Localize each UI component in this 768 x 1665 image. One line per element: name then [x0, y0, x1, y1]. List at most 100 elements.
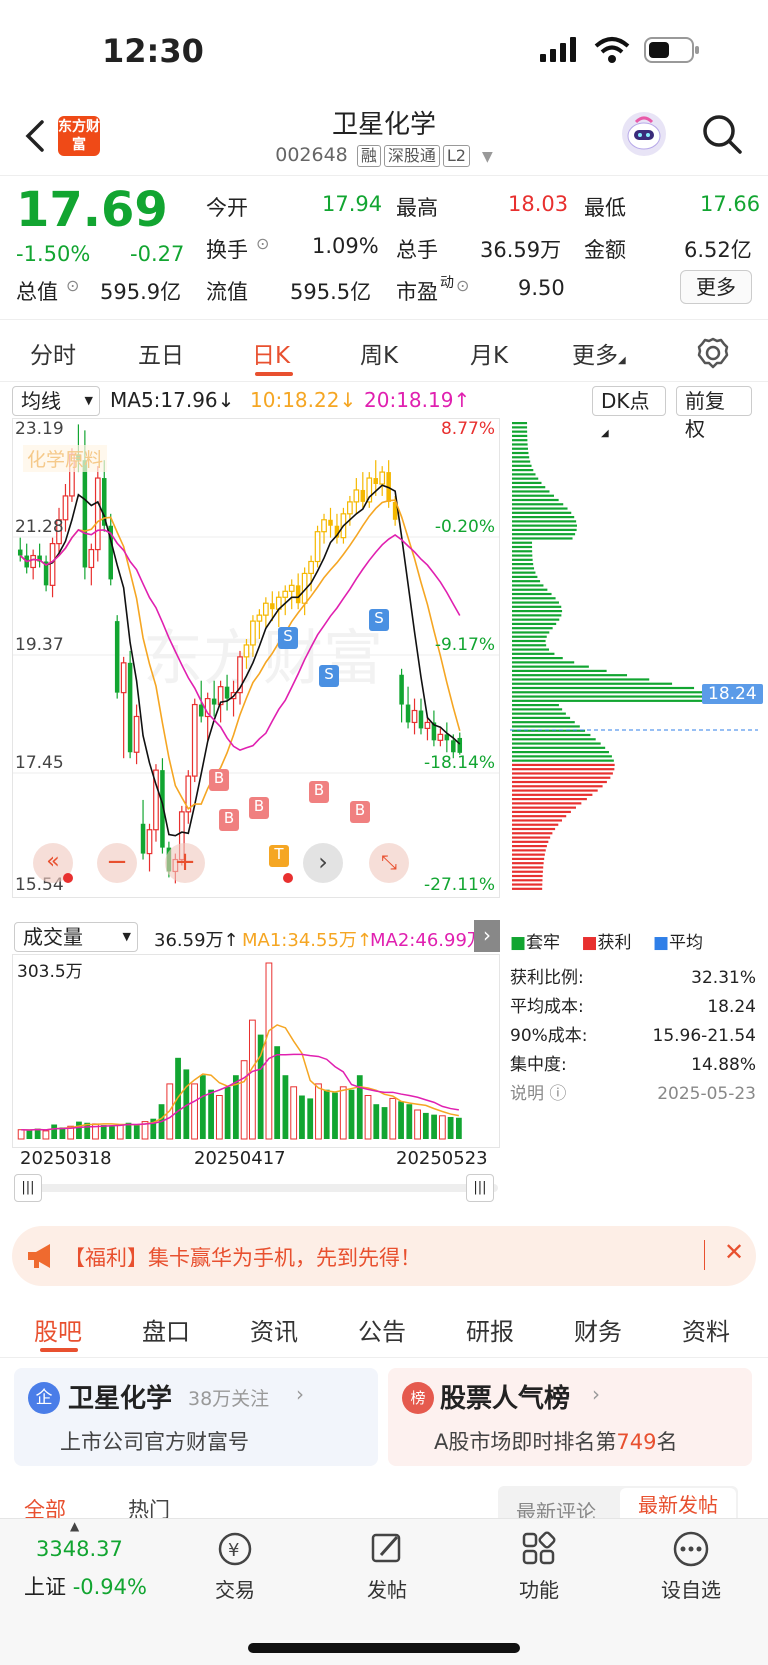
- chip-bar: [512, 528, 577, 532]
- index-row[interactable]: 上证 -0.94%: [24, 1571, 147, 1601]
- volume-bar: [299, 1095, 305, 1139]
- candle-body: [379, 471, 386, 485]
- candle-body: [353, 489, 360, 503]
- chip-distribution-svg[interactable]: [510, 418, 758, 898]
- volume-select-value: 成交量: [23, 925, 83, 949]
- tab-news[interactable]: 资讯: [250, 1312, 298, 1347]
- pct-label-2: -0.20%: [434, 517, 495, 537]
- tab-daily-k[interactable]: 日K: [252, 336, 290, 370]
- buy-signal-marker[interactable]: B: [350, 801, 370, 823]
- sell-signal-marker[interactable]: S: [369, 609, 389, 631]
- info-icon[interactable]: ⊙: [456, 276, 469, 295]
- wifi-icon: [594, 37, 630, 63]
- info-icon[interactable]: ⊙: [256, 234, 269, 253]
- indicator-select[interactable]: 均线 ▼: [12, 386, 100, 416]
- info-icon[interactable]: ⊙: [66, 276, 79, 295]
- range-slider-track[interactable]: [14, 1184, 498, 1192]
- volume-bar: [323, 1089, 330, 1139]
- volume-value: 36.59万↑: [154, 926, 239, 952]
- tab-more[interactable]: 更多◢: [572, 336, 626, 370]
- popularity-rank-card[interactable]: 榜 股票人气榜 › A股市场即时排名第749名: [388, 1368, 752, 1466]
- open-label: 今开: [206, 196, 248, 220]
- pct-label-4: -18.14%: [424, 753, 495, 773]
- tab-monthly-k[interactable]: 月K: [470, 336, 508, 370]
- candle-body: [360, 489, 366, 502]
- zoom-out-icon[interactable]: −: [97, 843, 137, 883]
- tab-orderbook[interactable]: 盘口: [142, 1312, 190, 1347]
- more-quote-button[interactable]: 更多: [680, 270, 752, 304]
- chip-bar: [512, 665, 589, 668]
- buy-signal-marker[interactable]: B: [249, 797, 269, 819]
- buy-signal-marker[interactable]: B: [219, 809, 239, 831]
- tab-profile[interactable]: 资料: [682, 1312, 730, 1347]
- index-value[interactable]: 3348.37: [36, 1537, 123, 1561]
- rank-icon: 榜: [402, 1382, 434, 1414]
- chip-bar: [512, 618, 560, 621]
- chip-bar: [512, 631, 550, 634]
- candle-body: [418, 710, 424, 729]
- volume-bar: [51, 1124, 58, 1139]
- nav-post[interactable]: 发帖: [342, 1529, 432, 1603]
- t-signal-marker[interactable]: T: [269, 845, 289, 867]
- chip-bar: [512, 857, 545, 861]
- buy-signal-marker[interactable]: B: [309, 781, 329, 803]
- tab-forum[interactable]: 股吧: [34, 1312, 82, 1347]
- tab-announcements[interactable]: 公告: [358, 1312, 406, 1347]
- dk-point-select[interactable]: DK点◢: [592, 386, 666, 439]
- volume-indicator-select[interactable]: 成交量 ▼: [14, 922, 138, 952]
- candle-body: [120, 662, 127, 694]
- chip-bar: [512, 721, 575, 724]
- fullscreen-icon[interactable]: ⤡: [369, 843, 409, 883]
- status-time: 12:30: [102, 32, 204, 70]
- chip-bar: [512, 516, 575, 519]
- chip-bar: [512, 845, 547, 848]
- stat-note-row[interactable]: 说明 ⓘ 2025-05-23: [510, 1080, 756, 1109]
- nav-trade[interactable]: ¥ 交易: [190, 1529, 280, 1603]
- promo-banner[interactable]: 【福利】集卡赢华为手机，先到先得！ ✕: [12, 1226, 756, 1286]
- buy-signal-marker[interactable]: B: [209, 769, 229, 791]
- volume-bar: [447, 1116, 454, 1139]
- close-icon[interactable]: ✕: [724, 1238, 744, 1266]
- chip-bar: [512, 563, 534, 566]
- chip-bar: [512, 439, 528, 442]
- volume-bar: [422, 1112, 429, 1139]
- volume-ma2: MA2:46.99万: [370, 930, 476, 951]
- candle-body: [127, 662, 133, 753]
- company-account-card[interactable]: 企 卫星化学 38万关注 › 上市公司官方财富号: [14, 1368, 378, 1466]
- expand-right-icon[interactable]: ›: [474, 920, 500, 952]
- chip-bar: [512, 498, 559, 502]
- chip-bar: [512, 456, 530, 459]
- tab-weekly-k[interactable]: 周K: [360, 336, 398, 370]
- chip-bar: [512, 793, 593, 796]
- sell-signal-marker[interactable]: S: [278, 627, 298, 649]
- tab-five-day[interactable]: 五日: [138, 336, 184, 370]
- chip-bar: [512, 520, 577, 523]
- indicator-select-value: 均线: [21, 389, 61, 413]
- kline-plot-frame[interactable]: 东方财富 化学原料 23.19 21.28 19.37 17.45 15.54 …: [12, 418, 500, 898]
- search-icon[interactable]: [700, 112, 744, 156]
- adjust-select[interactable]: 前复权: [676, 386, 752, 441]
- banner-text: 【福利】集卡赢华为手机，先到先得！: [64, 1246, 421, 1270]
- company-title: 卫星化学: [68, 1384, 173, 1414]
- nav-watchlist-label: 设自选: [661, 1578, 721, 1602]
- sell-signal-marker[interactable]: S: [319, 665, 339, 687]
- settings-gear-icon[interactable]: [696, 336, 730, 370]
- volume-bar: [282, 1075, 289, 1139]
- chip-bar: [512, 733, 591, 737]
- company-icon: 企: [28, 1382, 60, 1414]
- range-handle-right[interactable]: |||: [466, 1174, 494, 1202]
- nav-functions[interactable]: 功能: [494, 1529, 584, 1603]
- tab-research[interactable]: 研报: [466, 1312, 514, 1347]
- assistant-robot-icon[interactable]: [622, 112, 666, 156]
- volume-plot-frame[interactable]: 303.5万: [12, 954, 500, 1148]
- chip-bar: [512, 742, 601, 745]
- tab-intraday[interactable]: 分时: [30, 336, 76, 370]
- candle-body: [140, 823, 146, 854]
- sector-label[interactable]: 化学原料: [23, 445, 108, 472]
- nav-watchlist[interactable]: 设自选: [646, 1529, 736, 1603]
- zoom-in-icon[interactable]: +: [165, 843, 205, 883]
- range-handle-left[interactable]: |||: [14, 1174, 42, 1202]
- chip-bar: [512, 712, 566, 715]
- scroll-right-icon[interactable]: ›: [303, 843, 343, 883]
- tab-financials[interactable]: 财务: [574, 1312, 622, 1347]
